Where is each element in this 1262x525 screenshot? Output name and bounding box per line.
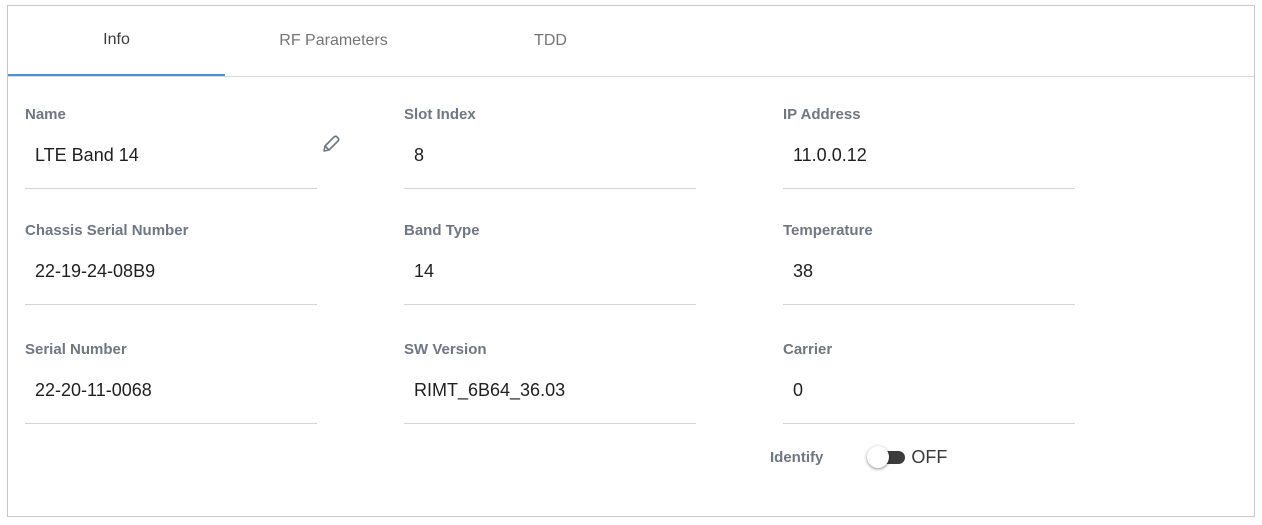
sw-version-value: RIMT_6B64_36.03 — [414, 380, 566, 400]
ip-address-field: IP Address 11.0.0.12 — [783, 105, 1075, 189]
ip-address-value: 11.0.0.12 — [793, 145, 867, 165]
tab-tdd[interactable]: TDD — [442, 6, 659, 76]
temperature-field: Temperature 38 — [783, 221, 1075, 305]
carrier-field: Carrier 0 — [783, 340, 1075, 424]
temperature-value: 38 — [793, 261, 814, 281]
name-underline — [25, 188, 317, 189]
pencil-icon[interactable] — [320, 133, 342, 155]
sw-version-label: SW Version — [404, 341, 487, 358]
serial-number-underline — [25, 423, 317, 424]
temperature-underline — [783, 304, 1075, 305]
serial-number-label: Serial Number — [25, 341, 127, 358]
chassis-serial-value: 22-19-24-08B9 — [35, 261, 156, 281]
band-type-underline — [404, 304, 696, 305]
identify-state: OFF — [911, 446, 948, 467]
ip-address-label: IP Address — [783, 106, 861, 123]
carrier-label: Carrier — [783, 341, 833, 358]
slot-index-field: Slot Index 8 — [404, 105, 696, 189]
toggle-knob — [867, 446, 890, 468]
band-type-value: 14 — [414, 261, 435, 281]
slot-index-label: Slot Index — [404, 106, 476, 123]
carrier-underline — [783, 423, 1075, 424]
chassis-serial-label: Chassis Serial Number — [25, 222, 189, 239]
tab-rf-parameters[interactable]: RF Parameters — [225, 6, 442, 76]
identify-toggle[interactable] — [867, 446, 907, 468]
ip-address-underline — [783, 188, 1075, 189]
identify-row: Identify OFF — [770, 442, 947, 472]
serial-number-value: 22-20-11-0068 — [35, 380, 152, 400]
sw-version-underline — [404, 423, 696, 424]
serial-number-field: Serial Number 22-20-11-0068 — [25, 340, 317, 424]
name-value[interactable]: LTE Band 14 — [35, 143, 317, 167]
band-type-label: Band Type — [404, 222, 480, 239]
tab-bar: Info RF Parameters TDD — [8, 6, 1254, 77]
chassis-serial-field: Chassis Serial Number 22-19-24-08B9 — [25, 221, 317, 305]
sw-version-field: SW Version RIMT_6B64_36.03 — [404, 340, 696, 424]
name-field: Name LTE Band 14 — [25, 105, 317, 189]
chassis-serial-underline — [25, 304, 317, 305]
carrier-value: 0 — [793, 380, 804, 400]
name-label: Name — [25, 106, 66, 123]
band-type-field: Band Type 14 — [404, 221, 696, 305]
identify-label: Identify — [770, 448, 824, 466]
slot-index-underline — [404, 188, 696, 189]
tab-info[interactable]: Info — [8, 6, 225, 76]
temperature-label: Temperature — [783, 222, 873, 239]
slot-index-value: 8 — [414, 145, 425, 165]
